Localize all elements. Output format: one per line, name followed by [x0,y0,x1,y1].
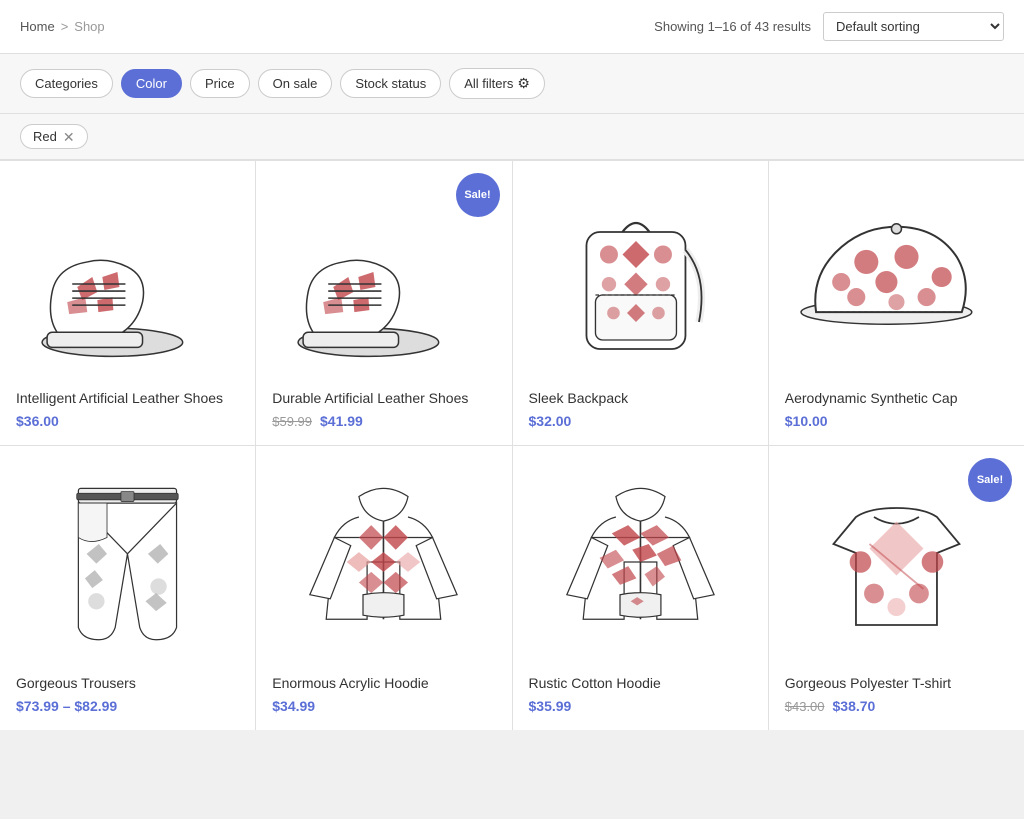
active-filters: Red ✕ [0,114,1024,160]
active-tag-label: Red [33,129,57,144]
product-name-7: Rustic Cotton Hoodie [529,674,752,692]
product-card-8[interactable]: Sale! Go [769,446,1024,730]
product-price-5: $73.99 – $82.99 [16,698,239,714]
sale-badge-8: Sale! [968,458,1012,502]
product-image-4 [785,177,1008,377]
product-card-1[interactable]: Intelligent Artificial Leather Shoes $36… [0,161,255,445]
product-image-3 [529,177,752,377]
price-current-1: $36.00 [16,413,59,429]
filter-on-sale[interactable]: On sale [258,69,333,98]
results-text: Showing 1–16 of 43 results [654,19,811,34]
product-price-8: $43.00 $38.70 [785,698,1008,714]
price-current-3: $32.00 [529,413,572,429]
product-card-6[interactable]: Enormous Acrylic Hoodie $34.99 [256,446,511,730]
top-right: Showing 1–16 of 43 results Default sorti… [654,12,1004,41]
price-current-2: $41.99 [320,413,363,429]
product-name-2: Durable Artificial Leather Shoes [272,389,495,407]
product-name-3: Sleek Backpack [529,389,752,407]
filter-color[interactable]: Color [121,69,182,98]
product-price-3: $32.00 [529,413,752,429]
sale-badge-2: Sale! [456,173,500,217]
product-price-7: $35.99 [529,698,752,714]
filter-stock-status[interactable]: Stock status [340,69,441,98]
product-name-4: Aerodynamic Synthetic Cap [785,389,1008,407]
product-image-7 [529,462,752,662]
breadcrumb-home[interactable]: Home [20,19,55,34]
product-card-7[interactable]: Rustic Cotton Hoodie $35.99 [513,446,768,730]
product-name-6: Enormous Acrylic Hoodie [272,674,495,692]
price-current-8: $38.70 [833,698,876,714]
product-price-2: $59.99 $41.99 [272,413,495,429]
price-original-2: $59.99 [272,414,312,429]
all-filters-label: All filters [464,76,513,91]
sort-select[interactable]: Default sorting Sort by popularity Sort … [823,12,1004,41]
product-card-5[interactable]: Gorgeous Trousers $73.99 – $82.99 [0,446,255,730]
filter-settings-icon: ⚙ [517,75,530,92]
page-wrapper: Home > Shop Showing 1–16 of 43 results D… [0,0,1024,730]
product-name-1: Intelligent Artificial Leather Shoes [16,389,239,407]
filter-bar: Categories Color Price On sale Stock sta… [0,54,1024,114]
product-price-1: $36.00 [16,413,239,429]
active-tag-red: Red ✕ [20,124,88,149]
price-current-7: $35.99 [529,698,572,714]
price-original-8: $43.00 [785,699,825,714]
product-card-4[interactable]: Aerodynamic Synthetic Cap $10.00 [769,161,1024,445]
product-image-5 [16,462,239,662]
breadcrumb-current: Shop [74,19,104,34]
top-bar: Home > Shop Showing 1–16 of 43 results D… [0,0,1024,54]
product-price-4: $10.00 [785,413,1008,429]
breadcrumb-separator: > [61,19,69,34]
filter-all-filters[interactable]: All filters ⚙ [449,68,545,99]
product-name-5: Gorgeous Trousers [16,674,239,692]
filter-price[interactable]: Price [190,69,250,98]
price-range-5: $73.99 – $82.99 [16,698,117,714]
product-image-6 [272,462,495,662]
breadcrumb: Home > Shop [20,19,105,34]
product-price-6: $34.99 [272,698,495,714]
product-name-8: Gorgeous Polyester T-shirt [785,674,1008,692]
product-card-3[interactable]: Sleek Backpack $32.00 [513,161,768,445]
product-grid: Intelligent Artificial Leather Shoes $36… [0,160,1024,730]
price-current-4: $10.00 [785,413,828,429]
price-current-6: $34.99 [272,698,315,714]
product-card-2[interactable]: Sale! [256,161,511,445]
remove-tag-red[interactable]: ✕ [63,130,75,144]
product-image-1 [16,177,239,377]
filter-categories[interactable]: Categories [20,69,113,98]
